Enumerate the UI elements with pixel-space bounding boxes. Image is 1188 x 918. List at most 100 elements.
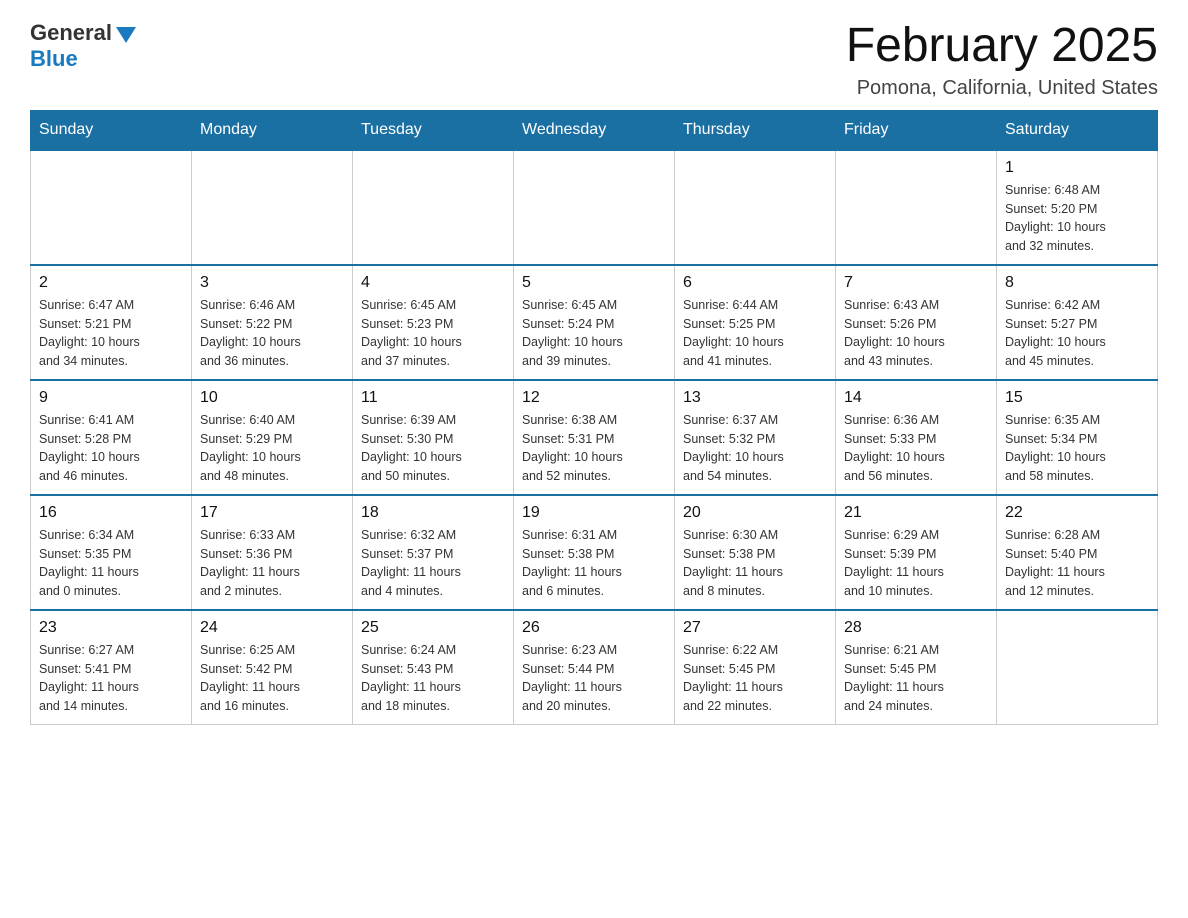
table-row: 10 Sunrise: 6:40 AM Sunset: 5:29 PM Dayli… — [192, 380, 353, 495]
day-number: 9 — [39, 389, 183, 407]
table-row — [192, 150, 353, 265]
logo-blue-text: Blue — [30, 46, 78, 72]
calendar-week-row: 23 Sunrise: 6:27 AM Sunset: 5:41 PM Dayli… — [31, 610, 1158, 725]
day-number: 26 — [522, 619, 666, 637]
day-info: Sunrise: 6:30 AM Sunset: 5:38 PM Dayligh… — [683, 526, 827, 601]
table-row: 4 Sunrise: 6:45 AM Sunset: 5:23 PM Daylig… — [353, 265, 514, 380]
table-row: 8 Sunrise: 6:42 AM Sunset: 5:27 PM Daylig… — [997, 265, 1158, 380]
day-info: Sunrise: 6:41 AM Sunset: 5:28 PM Dayligh… — [39, 411, 183, 486]
table-row: 5Sunrise: 6:45 AM Sunset: 5:24 PM Daylig… — [514, 265, 675, 380]
calendar-table: Sunday Monday Tuesday Wednesday Thursday… — [30, 110, 1158, 725]
day-info: Sunrise: 6:43 AM Sunset: 5:26 PM Dayligh… — [844, 296, 988, 371]
logo: General Blue — [30, 20, 136, 72]
day-info: Sunrise: 6:27 AM Sunset: 5:41 PM Dayligh… — [39, 641, 183, 716]
location-text: Pomona, California, United States — [846, 77, 1158, 100]
day-info: Sunrise: 6:36 AM Sunset: 5:33 PM Dayligh… — [844, 411, 988, 486]
table-row: 19 Sunrise: 6:31 AM Sunset: 5:38 PM Dayli… — [514, 495, 675, 610]
day-info: Sunrise: 6:37 AM Sunset: 5:32 PM Dayligh… — [683, 411, 827, 486]
header-thursday: Thursday — [675, 110, 836, 150]
day-info: Sunrise: 6:28 AM Sunset: 5:40 PM Dayligh… — [1005, 526, 1149, 601]
table-row — [353, 150, 514, 265]
day-number: 4 — [361, 274, 505, 292]
day-info: Sunrise: 6:45 AM Sunset: 5:23 PM Dayligh… — [361, 296, 505, 371]
day-info: Sunrise: 6:42 AM Sunset: 5:27 PM Dayligh… — [1005, 296, 1149, 371]
table-row — [836, 150, 997, 265]
table-row — [997, 610, 1158, 725]
table-row: 13Sunrise: 6:37 AM Sunset: 5:32 PM Dayli… — [675, 380, 836, 495]
day-number: 23 — [39, 619, 183, 637]
header-wednesday: Wednesday — [514, 110, 675, 150]
table-row: 7Sunrise: 6:43 AM Sunset: 5:26 PM Daylig… — [836, 265, 997, 380]
day-number: 16 — [39, 504, 183, 522]
day-info: Sunrise: 6:40 AM Sunset: 5:29 PM Dayligh… — [200, 411, 344, 486]
calendar-week-row: 16Sunrise: 6:34 AM Sunset: 5:35 PM Dayli… — [31, 495, 1158, 610]
title-section: February 2025 Pomona, California, United… — [846, 20, 1158, 100]
table-row: 24Sunrise: 6:25 AM Sunset: 5:42 PM Dayli… — [192, 610, 353, 725]
header-tuesday: Tuesday — [353, 110, 514, 150]
day-number: 28 — [844, 619, 988, 637]
day-number: 25 — [361, 619, 505, 637]
table-row: 12 Sunrise: 6:38 AM Sunset: 5:31 PM Dayli… — [514, 380, 675, 495]
table-row: 16Sunrise: 6:34 AM Sunset: 5:35 PM Dayli… — [31, 495, 192, 610]
table-row: 6Sunrise: 6:44 AM Sunset: 5:25 PM Daylig… — [675, 265, 836, 380]
table-row — [675, 150, 836, 265]
day-number: 10 — [200, 389, 344, 407]
calendar-week-row: 1 Sunrise: 6:48 AM Sunset: 5:20 PM Daylig… — [31, 150, 1158, 265]
day-info: Sunrise: 6:39 AM Sunset: 5:30 PM Dayligh… — [361, 411, 505, 486]
table-row: 18 Sunrise: 6:32 AM Sunset: 5:37 PM Dayli… — [353, 495, 514, 610]
table-row: 1 Sunrise: 6:48 AM Sunset: 5:20 PM Daylig… — [997, 150, 1158, 265]
header-sunday: Sunday — [31, 110, 192, 150]
day-info: Sunrise: 6:22 AM Sunset: 5:45 PM Dayligh… — [683, 641, 827, 716]
header-saturday: Saturday — [997, 110, 1158, 150]
table-row — [31, 150, 192, 265]
day-info: Sunrise: 6:29 AM Sunset: 5:39 PM Dayligh… — [844, 526, 988, 601]
day-info: Sunrise: 6:24 AM Sunset: 5:43 PM Dayligh… — [361, 641, 505, 716]
day-info: Sunrise: 6:38 AM Sunset: 5:31 PM Dayligh… — [522, 411, 666, 486]
day-number: 20 — [683, 504, 827, 522]
calendar-week-row: 9 Sunrise: 6:41 AM Sunset: 5:28 PM Daylig… — [31, 380, 1158, 495]
day-number: 1 — [1005, 159, 1149, 177]
month-title: February 2025 — [846, 20, 1158, 73]
table-row: 2 Sunrise: 6:47 AM Sunset: 5:21 PM Daylig… — [31, 265, 192, 380]
day-number: 8 — [1005, 274, 1149, 292]
table-row — [514, 150, 675, 265]
logo-triangle-icon — [116, 27, 136, 43]
header-friday: Friday — [836, 110, 997, 150]
weekday-header-row: Sunday Monday Tuesday Wednesday Thursday… — [31, 110, 1158, 150]
table-row: 27Sunrise: 6:22 AM Sunset: 5:45 PM Dayli… — [675, 610, 836, 725]
day-info: Sunrise: 6:33 AM Sunset: 5:36 PM Dayligh… — [200, 526, 344, 601]
logo-general-text: General — [30, 20, 112, 46]
day-info: Sunrise: 6:32 AM Sunset: 5:37 PM Dayligh… — [361, 526, 505, 601]
day-number: 18 — [361, 504, 505, 522]
table-row: 28Sunrise: 6:21 AM Sunset: 5:45 PM Dayli… — [836, 610, 997, 725]
day-info: Sunrise: 6:48 AM Sunset: 5:20 PM Dayligh… — [1005, 181, 1149, 256]
table-row: 20 Sunrise: 6:30 AM Sunset: 5:38 PM Dayli… — [675, 495, 836, 610]
day-info: Sunrise: 6:25 AM Sunset: 5:42 PM Dayligh… — [200, 641, 344, 716]
day-number: 19 — [522, 504, 666, 522]
day-info: Sunrise: 6:45 AM Sunset: 5:24 PM Dayligh… — [522, 296, 666, 371]
table-row: 17Sunrise: 6:33 AM Sunset: 5:36 PM Dayli… — [192, 495, 353, 610]
day-info: Sunrise: 6:46 AM Sunset: 5:22 PM Dayligh… — [200, 296, 344, 371]
calendar-week-row: 2 Sunrise: 6:47 AM Sunset: 5:21 PM Daylig… — [31, 265, 1158, 380]
day-number: 3 — [200, 274, 344, 292]
day-number: 11 — [361, 389, 505, 407]
page-header: General Blue February 2025 Pomona, Calif… — [30, 20, 1158, 100]
table-row: 14Sunrise: 6:36 AM Sunset: 5:33 PM Dayli… — [836, 380, 997, 495]
table-row: 23 Sunrise: 6:27 AM Sunset: 5:41 PM Dayli… — [31, 610, 192, 725]
table-row: 11 Sunrise: 6:39 AM Sunset: 5:30 PM Dayli… — [353, 380, 514, 495]
table-row: 26 Sunrise: 6:23 AM Sunset: 5:44 PM Dayli… — [514, 610, 675, 725]
day-number: 12 — [522, 389, 666, 407]
table-row: 25 Sunrise: 6:24 AM Sunset: 5:43 PM Dayli… — [353, 610, 514, 725]
day-number: 15 — [1005, 389, 1149, 407]
day-number: 2 — [39, 274, 183, 292]
day-number: 6 — [683, 274, 827, 292]
day-info: Sunrise: 6:47 AM Sunset: 5:21 PM Dayligh… — [39, 296, 183, 371]
day-number: 22 — [1005, 504, 1149, 522]
day-info: Sunrise: 6:23 AM Sunset: 5:44 PM Dayligh… — [522, 641, 666, 716]
day-info: Sunrise: 6:31 AM Sunset: 5:38 PM Dayligh… — [522, 526, 666, 601]
day-info: Sunrise: 6:35 AM Sunset: 5:34 PM Dayligh… — [1005, 411, 1149, 486]
table-row: 15 Sunrise: 6:35 AM Sunset: 5:34 PM Dayli… — [997, 380, 1158, 495]
table-row: 22 Sunrise: 6:28 AM Sunset: 5:40 PM Dayli… — [997, 495, 1158, 610]
table-row: 21 Sunrise: 6:29 AM Sunset: 5:39 PM Dayli… — [836, 495, 997, 610]
day-number: 21 — [844, 504, 988, 522]
